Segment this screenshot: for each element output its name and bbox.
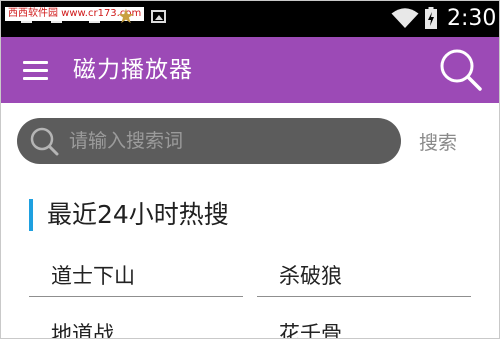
- hot-search-item[interactable]: 道士下山: [29, 257, 243, 297]
- search-icon[interactable]: [437, 46, 483, 92]
- menu-icon[interactable]: [21, 59, 51, 83]
- star-icon: ★: [117, 4, 135, 28]
- section-title: 最近24小时热搜: [47, 200, 229, 229]
- hot-search-item[interactable]: 地道战: [29, 315, 243, 339]
- hot-search-label: 杀破狼: [279, 264, 342, 288]
- search-box[interactable]: [17, 118, 401, 164]
- search-icon: [30, 127, 59, 156]
- section-accent-bar: [29, 199, 33, 231]
- hot-search-label: 花千骨: [279, 322, 342, 339]
- app-toolbar: 磁力播放器: [1, 37, 499, 103]
- image-icon: [151, 10, 166, 23]
- divider: [29, 296, 243, 297]
- app-title: 磁力播放器: [73, 57, 193, 83]
- search-input[interactable]: [69, 127, 389, 155]
- app-screen: 西西软件园 www.cr173.com ★ 2:30 磁力播放器 请输入搜索词 …: [0, 0, 500, 339]
- notification-icon: [89, 21, 100, 23]
- notification-icon: [51, 21, 62, 23]
- wifi-icon: [391, 8, 419, 28]
- hot-search-label: 道士下山: [51, 264, 135, 288]
- hot-search-label: 地道战: [51, 322, 114, 339]
- notification-icon: [21, 21, 32, 23]
- search-button[interactable]: 搜索: [419, 125, 483, 157]
- divider: [257, 296, 471, 297]
- battery-charging-icon: [425, 7, 437, 29]
- status-bar: 西西软件园 www.cr173.com ★ 2:30: [1, 1, 499, 37]
- hot-search-item[interactable]: 花千骨: [257, 315, 471, 339]
- clock: 2:30: [447, 6, 497, 31]
- hot-search-item[interactable]: 杀破狼: [257, 257, 471, 297]
